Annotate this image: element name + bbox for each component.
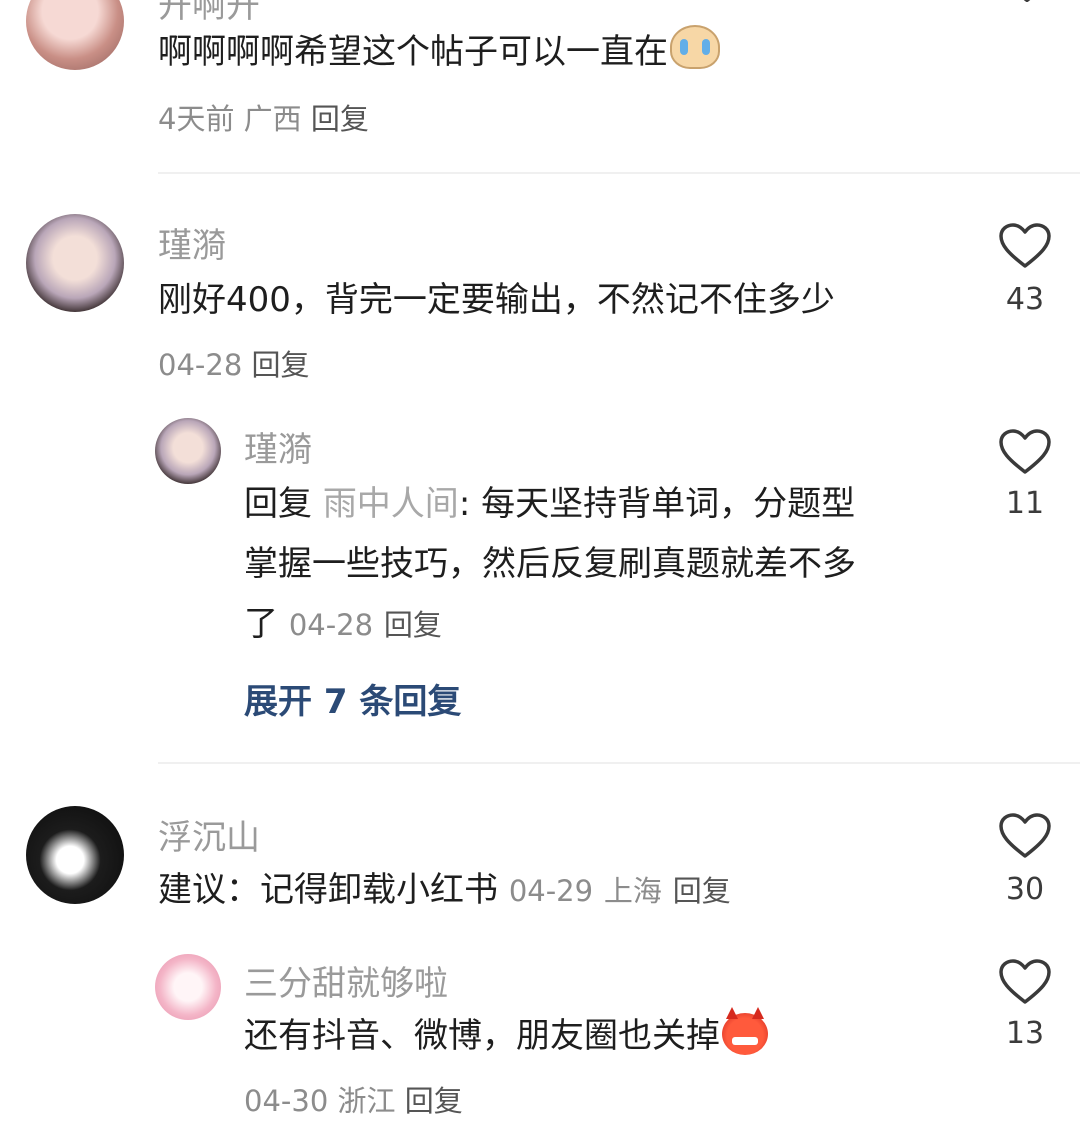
heart-icon[interactable] [998,222,1052,270]
crying-face-emoji [670,25,720,69]
reply-button[interactable]: 回复 [384,608,442,642]
like-count: 13 [1005,1016,1045,1051]
reply-text-line: 掌握一些技巧，然后反复刷真题就差不多 [244,544,856,584]
reply-button[interactable]: 回复 [405,1084,463,1118]
divider [158,762,1080,764]
reply-text-line: 了 [244,604,278,644]
expand-replies-link[interactable]: 展开 7 条回复 [244,674,461,723]
reply-button[interactable]: 回复 [311,102,369,136]
reply-author[interactable]: 瑾漪 [244,422,312,471]
heart-icon[interactable] [998,958,1052,1006]
like-count: 11 [1005,486,1045,521]
comment-text: 啊啊啊啊希望这个帖子可以一直在 [158,22,720,82]
reply-button[interactable]: 回复 [673,874,731,908]
timestamp: 04-30 [244,1084,329,1118]
avatar[interactable] [26,214,124,312]
reply-prefix: 回复 [244,484,312,524]
heart-icon[interactable] [998,428,1052,476]
reply-text-line: : 每天坚持背单词，分题型 [458,484,856,524]
reply-text: 还有抖音、微博，朋友圈也关掉 [244,1006,768,1066]
reply-author[interactable]: 三分甜就够啦 [244,956,448,1005]
divider [158,172,1080,174]
avatar[interactable] [155,954,221,1020]
timestamp: 04-29 [508,874,594,908]
timestamp: 04-28 [288,608,374,642]
avatar[interactable] [26,806,124,904]
heart-icon[interactable] [998,812,1052,860]
reply-body: 还有抖音、微博，朋友圈也关掉 [244,1016,720,1056]
location: 上海 [603,874,662,908]
comment-meta: 4天前 广西 回复 [158,96,369,138]
timestamp: 04-28 [158,348,243,382]
location: 广西 [243,102,302,136]
comment-author[interactable]: 浮沉山 [158,810,260,859]
avatar[interactable] [26,0,124,70]
like-count: 43 [1005,282,1045,317]
comment-author[interactable]: 瑾漪 [158,218,226,267]
reply-button[interactable]: 回复 [252,348,310,382]
like-count: 30 [1005,872,1045,907]
comment-text: 建议：记得卸载小红书 04-29 上海 回复 [158,860,731,921]
reply-to-user[interactable]: 雨中人间 [323,484,459,524]
angry-devil-emoji [722,1007,768,1055]
heart-icon[interactable] [1000,0,1054,18]
location: 浙江 [337,1084,396,1118]
avatar[interactable] [155,418,221,484]
comment-body: 建议：记得卸载小红书 [158,870,498,910]
reply-text: 回复 雨中人间: 每天坚持背单词，分题型 掌握一些技巧，然后反复刷真题就差不多 … [244,474,944,655]
comment-meta: 04-30 浙江 回复 [244,1078,463,1120]
comment-text: 刚好400，背完一定要输出，不然记不住多少 [158,280,835,320]
comment-meta: 04-28 回复 [158,342,310,384]
timestamp: 4天前 [158,102,235,136]
